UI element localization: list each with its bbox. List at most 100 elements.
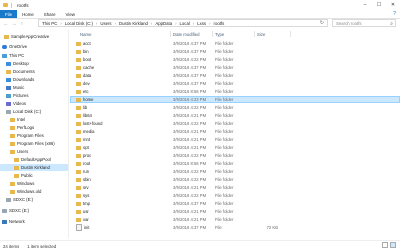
file-row[interactable]: opt 3/9/2016 4:21 PM File folder [70,144,400,151]
nav-item[interactable]: Program Files [0,132,68,139]
file-row[interactable]: bin 3/9/2016 4:37 PM File folder [70,48,400,55]
title-divider [11,2,12,8]
file-type: File folder [215,217,234,222]
nav-item[interactable]: Local Disk (C:) [0,108,68,115]
nav-item-label: Network [9,219,25,224]
file-row[interactable]: run 3/9/2016 4:22 PM File folder [70,168,400,175]
nav-item[interactable]: Public [0,172,68,179]
nav-item[interactable]: Documents [0,68,68,75]
file-row[interactable]: data 3/9/2016 4:37 PM File folder [70,72,400,79]
file-name: opt [83,145,89,150]
nav-item-label: Program Files [17,133,44,138]
search-placeholder: Search rootfs [336,20,362,26]
file-row[interactable]: acct 3/9/2016 4:37 PM File folder [70,40,400,47]
up-button[interactable]: ↑ [18,20,26,28]
file-row[interactable]: lost+found 3/9/2016 4:22 PM File folder [70,120,400,127]
folder-icon [76,49,81,54]
file-name-cell: data [76,72,91,79]
file-size [248,144,278,151]
file-row[interactable]: boot 3/9/2016 4:22 PM File folder [70,56,400,63]
nav-item[interactable]: Program Files (x86) [0,140,68,147]
nav-item[interactable]: SDXC (E:) [0,196,68,203]
breadcrumb-this-pc[interactable]: This PC [42,21,57,26]
file-row[interactable]: srv 3/9/2016 4:21 PM File folder [70,184,400,191]
nav-item[interactable]: Desktop [0,60,68,67]
forward-button[interactable]: → [10,20,18,28]
tab-view[interactable]: View [61,10,80,18]
breadcrumb-user[interactable]: Dustin Kirkland [119,21,148,26]
column-divider[interactable] [212,31,213,37]
help-icon[interactable]: ? [393,11,396,17]
large-icons-view-button[interactable] [390,242,396,248]
nav-item[interactable]: Intel [0,116,68,123]
column-header-date[interactable]: Date modified [173,30,200,38]
nav-item[interactable]: Music [0,84,68,91]
file-row[interactable]: lib64 3/9/2016 4:21 PM File folder [70,112,400,119]
file-date: 3/9/2016 4:37 PM [173,49,207,54]
nav-item[interactable]: SampleAppCreative [0,33,68,40]
file-name: init [84,225,90,230]
nav-item[interactable]: Windows.old [0,188,68,195]
file-size [248,128,278,135]
nav-item[interactable]: Downloads [0,76,68,83]
tab-home[interactable]: Home [17,10,39,18]
folder-icon [76,137,81,142]
nav-item[interactable]: SDXC (E:) [0,207,68,214]
breadcrumb-local[interactable]: Local [180,21,190,26]
file-name-cell: opt [76,144,89,151]
nav-item[interactable]: Dustin Kirkland [0,164,68,171]
address-bar[interactable]: This PC › Local Disk (C:) › Users › Dust… [38,19,328,27]
nav-item[interactable]: PerfLogs [0,124,68,131]
file-row[interactable]: mnt 3/9/2016 4:21 PM File folder [70,136,400,143]
back-button[interactable]: ← [2,20,10,28]
file-row[interactable]: home 3/9/2016 4:23 PM File folder [70,96,400,103]
column-header-size[interactable]: Size [257,30,265,38]
file-row[interactable]: sbin 3/9/2016 4:22 PM File folder [70,176,400,183]
column-divider[interactable] [254,31,255,37]
breadcrumb-appdata[interactable]: AppData [155,21,172,26]
file-row[interactable]: sys 3/9/2016 4:22 PM File folder [70,192,400,199]
breadcrumb-lxss[interactable]: Lxss [197,21,206,26]
file-row[interactable]: var 3/9/2016 4:21 PM File folder [70,216,400,223]
nav-item[interactable]: Windows [0,180,68,187]
file-name-cell: init [76,224,89,231]
nav-item[interactable]: DefaultAppPool [0,156,68,163]
column-header-type[interactable]: Type [215,30,224,38]
search-input[interactable]: Search rootfs ⌕ [332,19,396,27]
nav-item[interactable]: Videos [0,100,68,107]
close-button[interactable]: ✕ [386,0,400,10]
details-view-button[interactable] [382,242,388,248]
file-row[interactable]: init 3/9/2016 4:37 PM File 72 KB [70,224,400,231]
column-divider[interactable] [290,31,291,37]
breadcrumb-rootfs[interactable]: rootfs [214,21,225,26]
file-row[interactable]: media 3/9/2016 4:21 PM File folder [70,128,400,135]
minimize-button[interactable]: – [358,0,372,10]
refresh-icon[interactable]: ↻ [320,20,324,26]
tab-file[interactable]: File [0,10,18,18]
nav-item[interactable]: OneDrive [0,43,68,50]
nav-item-label: Pictures [13,93,29,98]
column-divider[interactable] [170,31,171,37]
nav-item[interactable]: This PC [0,52,68,59]
file-row[interactable]: proc 3/9/2016 4:22 PM File folder [70,152,400,159]
nav-item[interactable]: Pictures [0,92,68,99]
file-row[interactable]: root 3/9/2016 8:56 PM File folder [70,160,400,167]
nav-item-label: Local Disk (C:) [13,109,42,114]
nav-item[interactable]: Users [0,148,68,155]
maximize-button[interactable]: ☐ [372,0,386,10]
file-row[interactable]: dev 3/9/2016 4:37 PM File folder [70,80,400,87]
file-date: 3/9/2016 4:37 PM [173,201,207,206]
folder-icon [76,81,81,86]
file-size [248,48,278,55]
nav-item[interactable]: Network [0,218,68,225]
column-header-name[interactable]: Name [80,30,91,38]
tab-share[interactable]: Share [39,10,61,18]
file-type: File folder [215,177,234,182]
file-row[interactable]: lib 3/9/2016 4:22 PM File folder [70,104,400,111]
breadcrumb-local-disk[interactable]: Local Disk (C:) [65,21,93,26]
file-row[interactable]: cache 3/9/2016 4:37 PM File folder [70,64,400,71]
breadcrumb-users[interactable]: Users [100,21,111,26]
file-row[interactable]: etc 3/9/2016 8:56 PM File folder [70,88,400,95]
file-row[interactable]: tmp 3/9/2016 4:37 PM File folder [70,200,400,207]
file-row[interactable]: usr 3/9/2016 4:21 PM File folder [70,208,400,215]
